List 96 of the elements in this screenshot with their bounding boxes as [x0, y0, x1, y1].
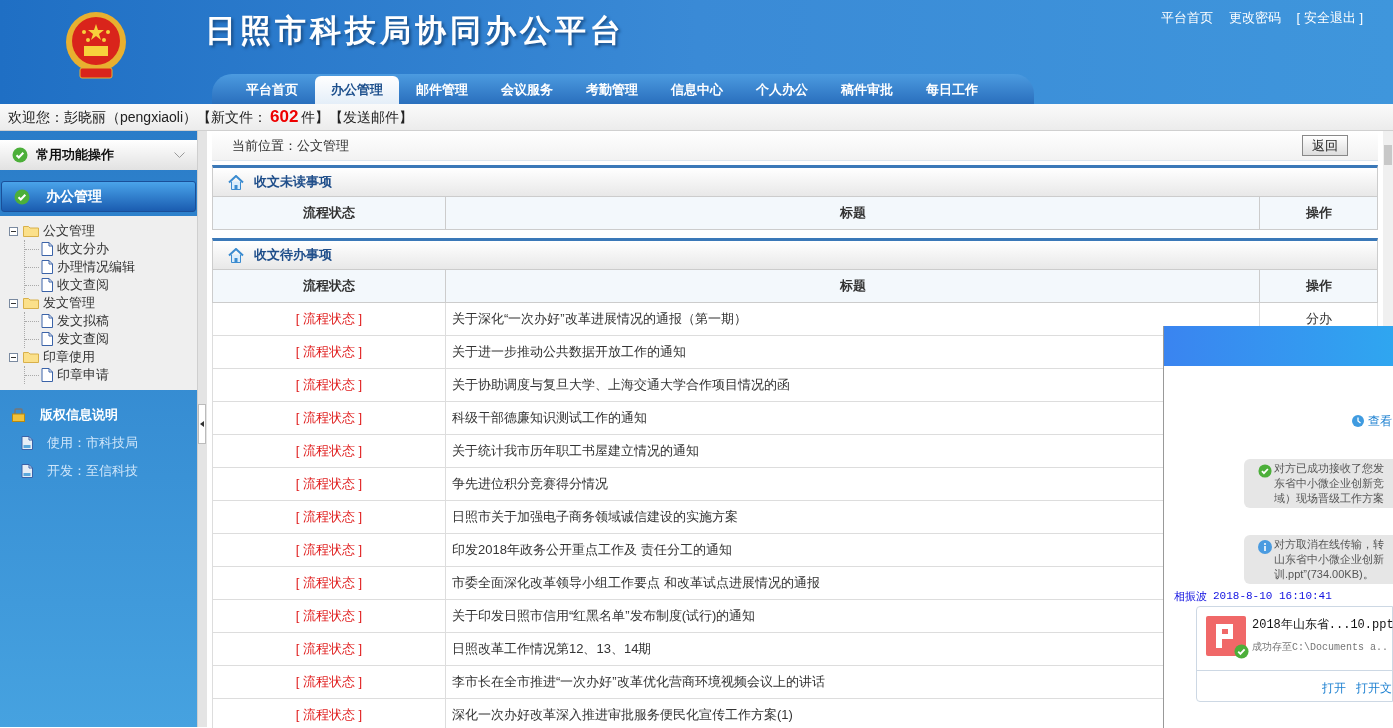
lock-icon [12, 408, 25, 422]
tree-item[interactable]: 收文查阅 [57, 275, 109, 295]
status-cell[interactable]: [ 流程状态 ] [213, 369, 446, 401]
saved-check-icon [1234, 644, 1249, 659]
status-cell[interactable]: [ 流程状态 ] [213, 435, 446, 467]
column-header: 流程状态 [213, 197, 446, 229]
document-icon [41, 368, 53, 382]
new-files-label: 【新文件： [197, 107, 268, 127]
clock-icon [1352, 415, 1364, 427]
new-files-unit: 件】 [301, 107, 330, 127]
platform-title: 日照市科技局协同办公平台 [205, 12, 625, 50]
house-icon [228, 247, 244, 263]
document-icon [41, 278, 53, 292]
back-button[interactable]: 返回 [1302, 135, 1348, 156]
status-cell[interactable]: [ 流程状态 ] [213, 699, 446, 728]
tree-item[interactable]: 印章使用 [43, 347, 95, 367]
status-cell[interactable]: [ 流程状态 ] [213, 303, 446, 335]
common-ops-bar[interactable]: 常用功能操作 [0, 140, 197, 170]
collapse-toggle[interactable] [9, 298, 18, 308]
welcome-text: 欢迎您：彭晓丽（pengxiaoli） [8, 107, 198, 127]
tree-item[interactable]: 发文管理 [43, 293, 95, 313]
status-cell[interactable]: [ 流程状态 ] [213, 633, 446, 665]
document-icon [41, 332, 53, 346]
chevron-down-icon [174, 152, 185, 158]
file-action-link[interactable]: 打开 [1322, 679, 1346, 697]
folder-icon [23, 297, 39, 309]
tree-item[interactable]: 发文拟稿 [57, 311, 109, 331]
notice-text: 山东省中小微企业创新 [1274, 552, 1385, 567]
notice-text: 对方取消在线传输，转 [1274, 537, 1385, 552]
breadcrumb: 当前位置：公文管理 [232, 136, 350, 155]
status-cell[interactable]: [ 流程状态 ] [213, 666, 446, 698]
notice-text: 东省中小微企业创新竞 [1274, 476, 1385, 491]
header-link[interactable]: [ 安全退出 ] [1296, 8, 1363, 28]
collapse-toggle[interactable] [9, 226, 18, 236]
header-link[interactable]: 平台首页 [1160, 8, 1213, 28]
notice-text: 训.ppt”(734.00KB)。 [1274, 567, 1375, 582]
copyright-title: 版权信息说明 [40, 406, 118, 425]
status-cell[interactable]: [ 流程状态 ] [213, 600, 446, 632]
nav-tab[interactable]: 稿件审批 [825, 76, 909, 104]
document-icon [21, 436, 33, 450]
copyright-item: 使用：市科技局 [47, 434, 138, 453]
emblem-icon [64, 10, 128, 80]
notice-text: 对方已成功接收了您发 [1274, 461, 1385, 476]
nav-tab[interactable]: 每日工作 [910, 76, 994, 104]
operation-link[interactable]: 分办 [1305, 309, 1332, 329]
collapse-handle[interactable] [198, 404, 206, 444]
history-link[interactable]: 查看 [1368, 412, 1393, 430]
header-link[interactable]: 更改密码 [1228, 8, 1281, 28]
column-header: 操作 [1304, 277, 1333, 296]
folder-icon [23, 351, 39, 363]
nav-tab[interactable]: 个人办公 [740, 76, 824, 104]
office-section-label: 办公管理 [46, 187, 102, 206]
nav-tab[interactable]: 会议服务 [485, 76, 569, 104]
status-cell[interactable]: [ 流程状态 ] [213, 534, 446, 566]
office-section-bar[interactable]: 办公管理 [1, 181, 196, 212]
tree-item[interactable]: 印章申请 [57, 365, 109, 385]
collapse-toggle[interactable] [9, 352, 18, 362]
common-ops-label: 常用功能操作 [36, 146, 115, 165]
status-cell[interactable]: [ 流程状态 ] [213, 468, 446, 500]
check-icon [1258, 464, 1272, 478]
document-icon [41, 260, 53, 274]
document-icon [21, 464, 33, 478]
document-icon [41, 314, 53, 328]
column-header: 操作 [1304, 204, 1333, 223]
check-icon [12, 147, 28, 163]
status-cell[interactable]: [ 流程状态 ] [213, 402, 446, 434]
tree-item[interactable]: 收文分办 [57, 239, 109, 259]
tree-item[interactable]: 公文管理 [43, 221, 95, 241]
tree-item[interactable]: 发文查阅 [57, 329, 109, 349]
nav-tab[interactable]: 办公管理 [315, 76, 399, 104]
status-cell[interactable]: [ 流程状态 ] [213, 336, 446, 368]
presentation-file-icon [1206, 616, 1246, 656]
sender-name: 相振波 [1174, 590, 1207, 602]
column-header: 标题 [446, 197, 1260, 229]
folder-icon [23, 225, 39, 237]
column-header: 标题 [446, 270, 1260, 302]
send-mail-link[interactable]: 【发送邮件】 [329, 106, 414, 128]
check-icon [14, 188, 30, 205]
section-title: 收文待办事项 [254, 246, 332, 265]
nav-tab[interactable]: 邮件管理 [400, 76, 484, 104]
nav-tab[interactable]: 平台首页 [230, 76, 314, 104]
status-cell[interactable]: [ 流程状态 ] [213, 567, 446, 599]
tree-item[interactable]: 办理情况编辑 [57, 257, 135, 277]
status-cell[interactable]: [ 流程状态 ] [213, 501, 446, 533]
document-icon [41, 242, 53, 256]
house-icon [228, 174, 244, 190]
notice-text: 域）现场晋级工作方案 [1274, 491, 1385, 506]
nav-tab[interactable]: 考勤管理 [570, 76, 654, 104]
file-action-link[interactable]: 打开文 [1356, 679, 1392, 697]
new-files-count: 602 [270, 106, 299, 129]
nav-tab[interactable]: 信息中心 [655, 76, 739, 104]
info-icon [1258, 540, 1272, 554]
copyright-item: 开发：至信科技 [47, 462, 138, 481]
caret-left-icon [200, 421, 204, 427]
section-title: 收文未读事项 [254, 173, 332, 192]
column-header: 流程状态 [213, 270, 446, 302]
